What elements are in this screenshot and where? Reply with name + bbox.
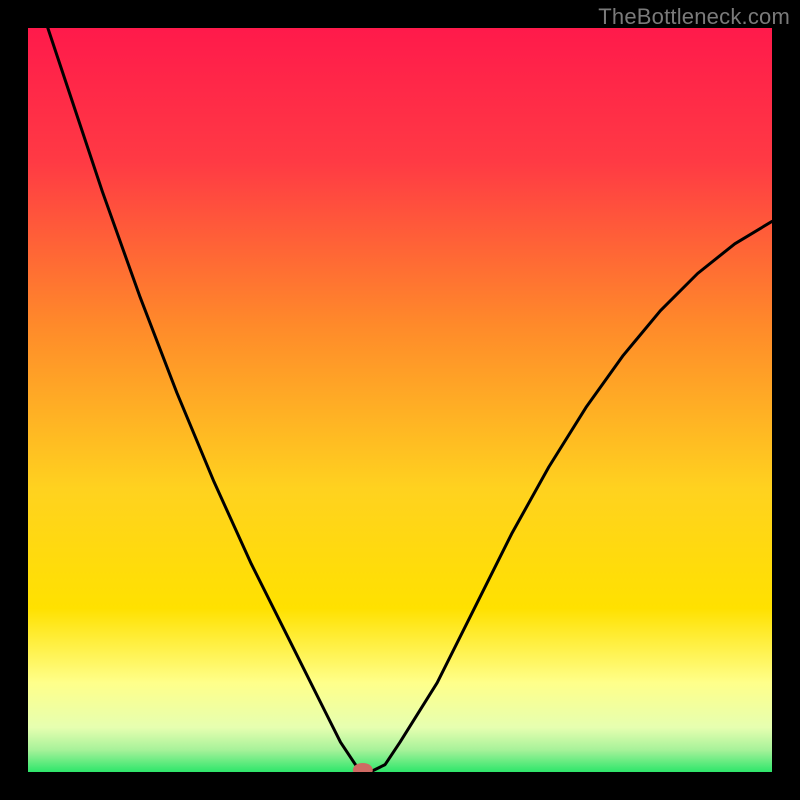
chart-svg	[28, 28, 772, 772]
watermark-text: TheBottleneck.com	[598, 4, 790, 30]
gradient-background	[28, 28, 772, 772]
chart-frame: TheBottleneck.com	[0, 0, 800, 800]
plot-area	[28, 28, 772, 772]
